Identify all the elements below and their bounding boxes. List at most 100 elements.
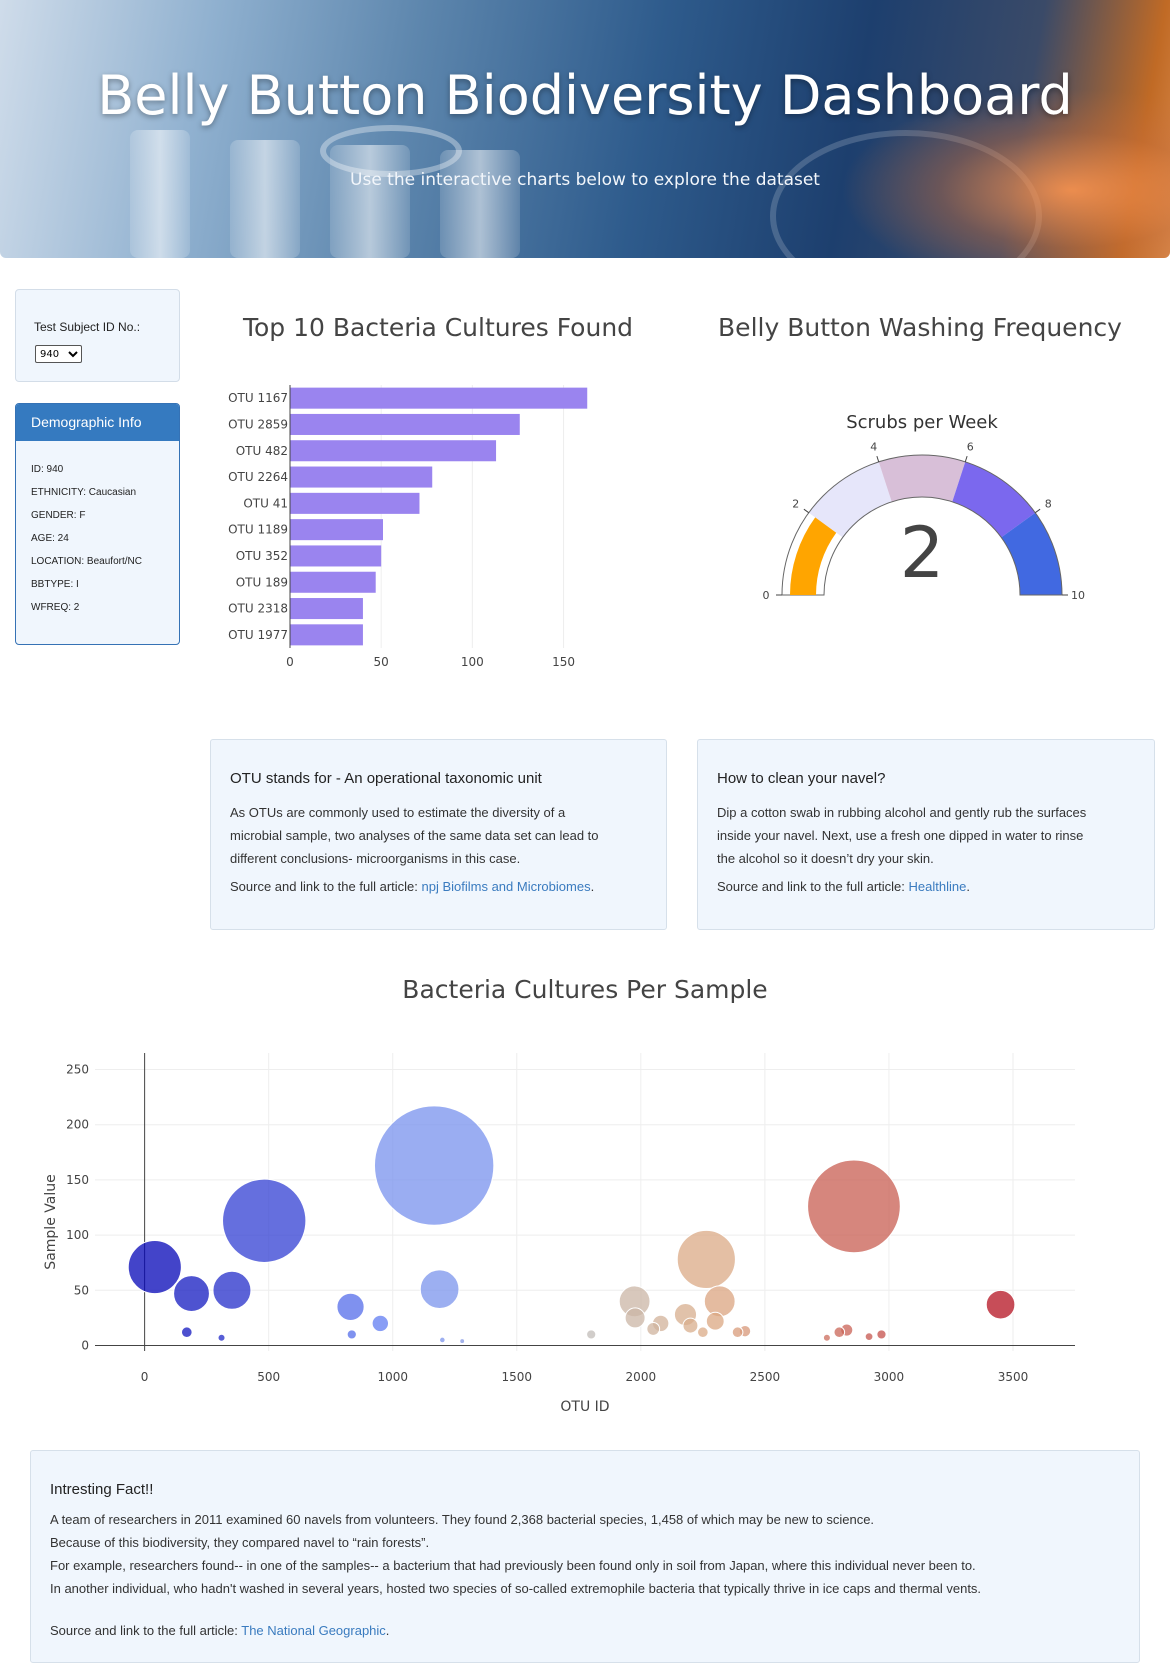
bubble-otu-1280: [459, 1338, 466, 1345]
gauge-chart-title: Belly Button Washing Frequency: [718, 313, 1122, 342]
interesting-fact-card: Intresting Fact!! A team of researchers …: [30, 1450, 1140, 1663]
bar-x-tick-label: 150: [552, 655, 575, 669]
gauge-tick-label: 8: [1045, 497, 1052, 510]
bubble-otu-189: [173, 1275, 210, 1313]
bar-chart: 0 50 100 150 OTU 1167 OTU 2859 OTU 482 OTU 2264…: [228, 385, 588, 669]
otu-info-card: OTU stands for - An operational taxonomi…: [210, 739, 667, 930]
otu-info-line: different conclusions- microorganisms in…: [230, 851, 521, 866]
bubble-otu-2970: [876, 1329, 887, 1340]
bar-chart-title: Top 10 Bacteria Cultures Found: [242, 313, 634, 342]
bubble-x-tick-label: 2000: [626, 1370, 657, 1384]
gauge-chart: Scrubs per Week 0 2 4 6 8 10 2: [763, 412, 1086, 602]
healthline-link[interactable]: Healthline: [909, 879, 967, 894]
gauge-tick: [964, 455, 968, 463]
otu-info-heading: OTU stands for - An operational taxonomi…: [230, 770, 542, 787]
navel-info-heading: How to clean your navel?: [717, 770, 886, 787]
demo-ethnicity: ETHNICITY: Caucasian: [31, 487, 137, 498]
bubble-otu-3450: [985, 1289, 1016, 1320]
source-prefix: Source and link to the full article:: [230, 879, 422, 894]
source-suffix: .: [966, 879, 970, 894]
gauge-tick-label: 0: [763, 589, 770, 602]
bar-y-tick-label: OTU 1167: [228, 391, 288, 405]
subject-selector-label: Test Subject ID No.:: [34, 320, 141, 334]
bubble-y-tick-label: 50: [74, 1283, 89, 1297]
bubble-x-tick-label: 3000: [874, 1370, 905, 1384]
navel-info-source: Source and link to the full article: Hea…: [717, 879, 970, 894]
otu-info-line: As OTUs are commonly used to estimate th…: [230, 805, 566, 820]
bar-y-tick-label: OTU 2264: [228, 470, 288, 484]
bar-otu-1977: [290, 624, 363, 646]
source-suffix: .: [590, 879, 595, 894]
bubble-otu-2050: [646, 1322, 661, 1336]
bubble-otu-2800: [833, 1326, 846, 1339]
navel-info-line: Dip a cotton swab in rubbing alcohol and…: [717, 805, 1087, 820]
subject-id-dropdown[interactable]: 940: [35, 345, 82, 363]
fact-heading: Intresting Fact!!: [50, 1481, 154, 1498]
test-tube-decoration: [440, 150, 520, 258]
navel-info-text: Dip a cotton swab in rubbing alcohol and…: [717, 801, 1086, 870]
bubble-x-tick-label: 500: [257, 1370, 280, 1384]
bar-y-tick-label: OTU 1977: [228, 628, 288, 642]
bubble-otu-352: [212, 1270, 252, 1310]
source-prefix: Source and link to the full article:: [717, 879, 909, 894]
test-tube-decoration: [230, 140, 300, 258]
bubble-y-tick-label: 0: [81, 1338, 89, 1352]
navel-info-line: inside your navel. Next, use a fresh one…: [717, 828, 1084, 843]
bubble-x-tick-label: 1000: [377, 1370, 408, 1384]
gauge-tick-label: 2: [792, 497, 799, 510]
bubble-y-tick-label: 200: [66, 1118, 89, 1132]
bubble-y-axis-label: Sample Value: [43, 1174, 59, 1269]
gauge-tick: [803, 508, 810, 514]
fact-line: In another individual, who hadn't washed…: [50, 1581, 982, 1596]
source-suffix: .: [385, 1623, 390, 1638]
bar-x-tick-label: 100: [461, 655, 484, 669]
bubble-otu-1200: [439, 1336, 446, 1344]
otu-info-line: microbial sample, two analyses of the sa…: [230, 828, 599, 843]
bar-otu-1189: [290, 519, 383, 541]
bar-otu-352: [290, 545, 382, 567]
gauge-tick-label: 4: [870, 441, 877, 454]
bar-y-tick-label: OTU 1189: [228, 523, 288, 537]
gauge-tick: [1034, 508, 1041, 514]
bar-y-tick-label: OTU 2859: [228, 417, 288, 431]
bubble-otu-482: [222, 1178, 307, 1263]
bubble-y-tick-label: 250: [66, 1063, 89, 1077]
bar-y-tick-label: OTU 482: [236, 444, 288, 458]
bar-x-tick-label: 50: [374, 655, 389, 669]
bar-y-tick-label: OTU 2318: [228, 602, 288, 616]
gauge-title: Scrubs per Week: [846, 412, 998, 433]
bubble-otu-830: [336, 1292, 365, 1321]
npj-article-link[interactable]: npj Biofilms and Microbiomes: [422, 879, 591, 894]
demographic-info-panel: Demographic Info ID: 940 ETHNICITY: Cauc…: [15, 403, 180, 645]
source-prefix: Source and link to the full article:: [50, 1623, 242, 1638]
otu-info-source: Source and link to the full article: npj…: [230, 879, 594, 894]
bar-otu-482: [290, 440, 497, 462]
bubble-otu-170: [180, 1326, 193, 1339]
bubble-otu-310: [217, 1333, 226, 1342]
bubble-otu-41: [127, 1240, 182, 1295]
bubble-x-axis-label: OTU ID: [560, 1399, 609, 1415]
bubble-otu-1189: [419, 1269, 460, 1310]
fact-line: For example, researchers found-- in one …: [50, 1558, 976, 1573]
bubble-otu-1167: [373, 1105, 495, 1226]
bubble-otu-2859: [807, 1159, 901, 1254]
fact-text: A team of researchers in 2011 examined 6…: [50, 1508, 981, 1600]
bubble-x-tick-label: 3500: [998, 1370, 1029, 1384]
fact-line: Because of this biodiversity, they compa…: [50, 1535, 430, 1550]
bar-y-tick-label: OTU 352: [236, 549, 288, 563]
bubble-x-tick-label: 1500: [501, 1370, 532, 1384]
gauge-tick-label: 6: [967, 441, 974, 454]
header-banner: Belly Button Biodiversity Dashboard Use …: [0, 0, 1170, 258]
page-title: Belly Button Biodiversity Dashboard: [97, 64, 1073, 127]
gauge-band: [878, 455, 966, 502]
bubble-otu-835: [346, 1329, 357, 1340]
bubble-otu-2750: [822, 1333, 831, 1342]
bubble-otu-1977: [624, 1307, 646, 1329]
bubble-chart: 0 500 1000 1500 2000 2500 3000 3500 0 50 100 150 200…: [43, 1053, 1075, 1415]
bubble-y-tick-label: 100: [66, 1228, 89, 1242]
fact-source: Source and link to the full article: The…: [50, 1623, 389, 1638]
bar-otu-2859: [290, 413, 520, 435]
page-subtitle: Use the interactive charts below to expl…: [350, 170, 820, 190]
bubble-otu-950: [371, 1314, 390, 1333]
national-geographic-link[interactable]: The National Geographic: [241, 1623, 386, 1638]
